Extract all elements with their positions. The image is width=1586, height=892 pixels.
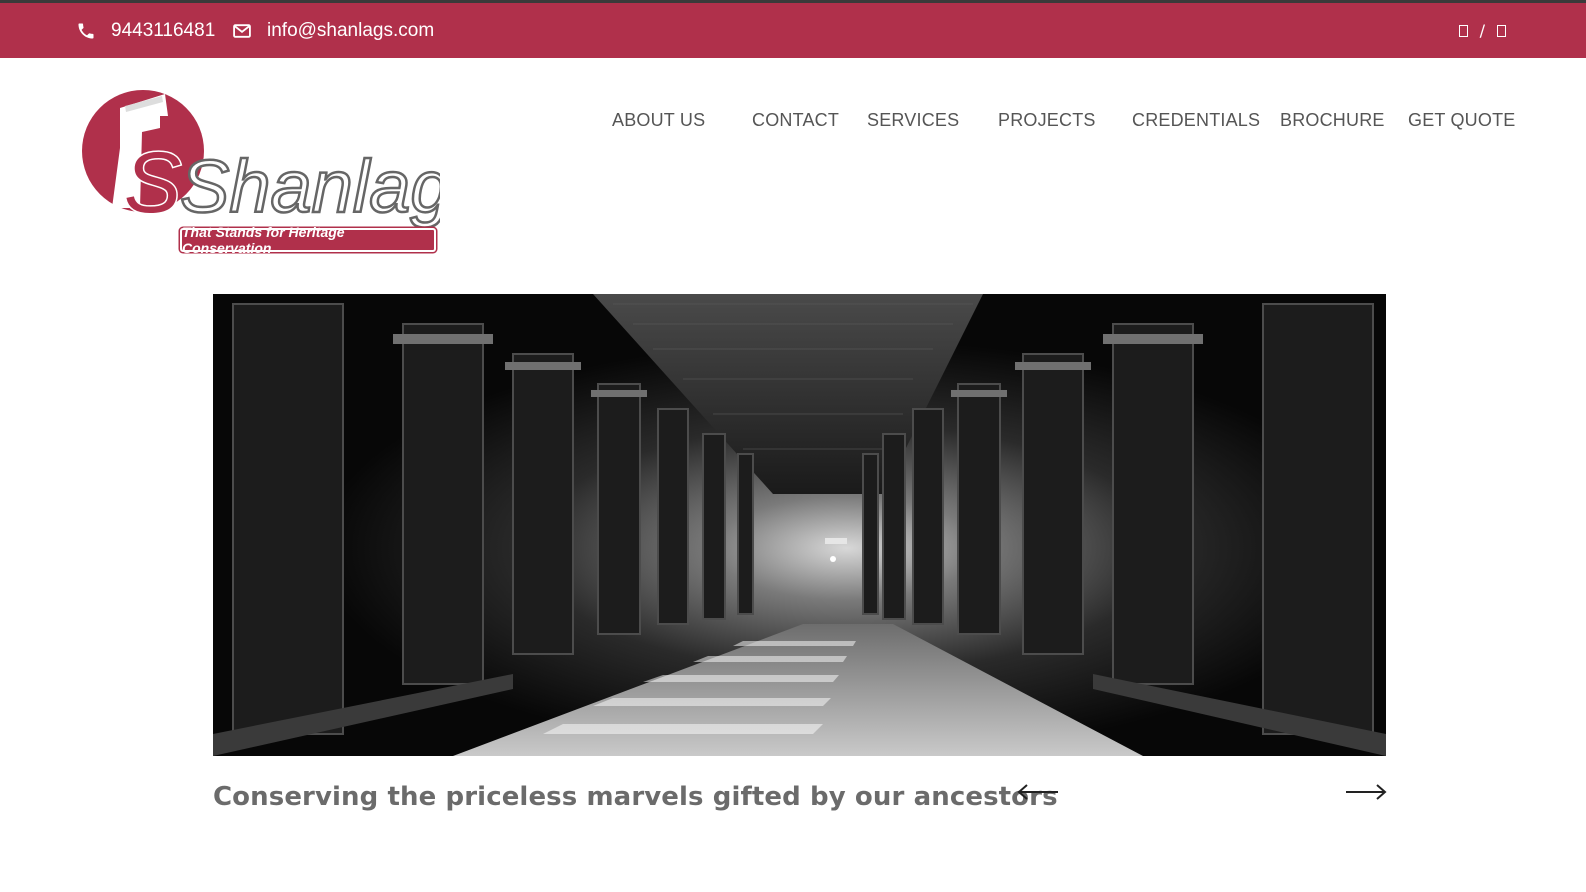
nav-item-contact[interactable]: CONTACT [752,110,839,131]
social-links: / [1458,3,1506,58]
nav-item-about-us[interactable]: ABOUT US [612,110,705,131]
main-nav: ABOUT US CONTACT SERVICES PROJECTS CREDE… [0,110,1586,142]
envelope-icon [233,23,251,38]
logo-tagline: That Stands for Heritage Conservation [180,224,436,256]
logo-wordmark: Shanlags [180,145,440,228]
arrow-left-icon[interactable] [1016,780,1060,804]
social-separator: / [1479,21,1485,40]
nav-item-get-quote[interactable]: GET QUOTE [1408,110,1515,131]
email-contact[interactable]: info@shanlags.com [232,3,434,58]
nav-item-brochure[interactable]: BROCHURE [1280,110,1385,131]
svg-text:S: S [124,135,181,228]
temple-corridor-image [213,294,1386,756]
slider-caption: Conserving the priceless marvels gifted … [213,782,1058,812]
top-bar: 9443116481 info@shanlags.com / [0,0,1586,58]
hero-slider-image [213,294,1386,756]
phone-number: 9443116481 [111,19,216,41]
email-address: info@shanlags.com [267,19,435,41]
logo-mark: S Shanlags [82,90,490,233]
social-icon-2[interactable] [1497,24,1506,37]
phone-icon [78,23,94,38]
phone-contact[interactable]: 9443116481 [76,3,215,58]
nav-item-projects[interactable]: PROJECTS [998,110,1096,131]
nav-item-credentials[interactable]: CREDENTIALS [1132,110,1260,131]
social-icon-1[interactable] [1458,24,1468,37]
arrow-right-icon[interactable] [1344,780,1388,804]
nav-item-services[interactable]: SERVICES [867,110,959,131]
